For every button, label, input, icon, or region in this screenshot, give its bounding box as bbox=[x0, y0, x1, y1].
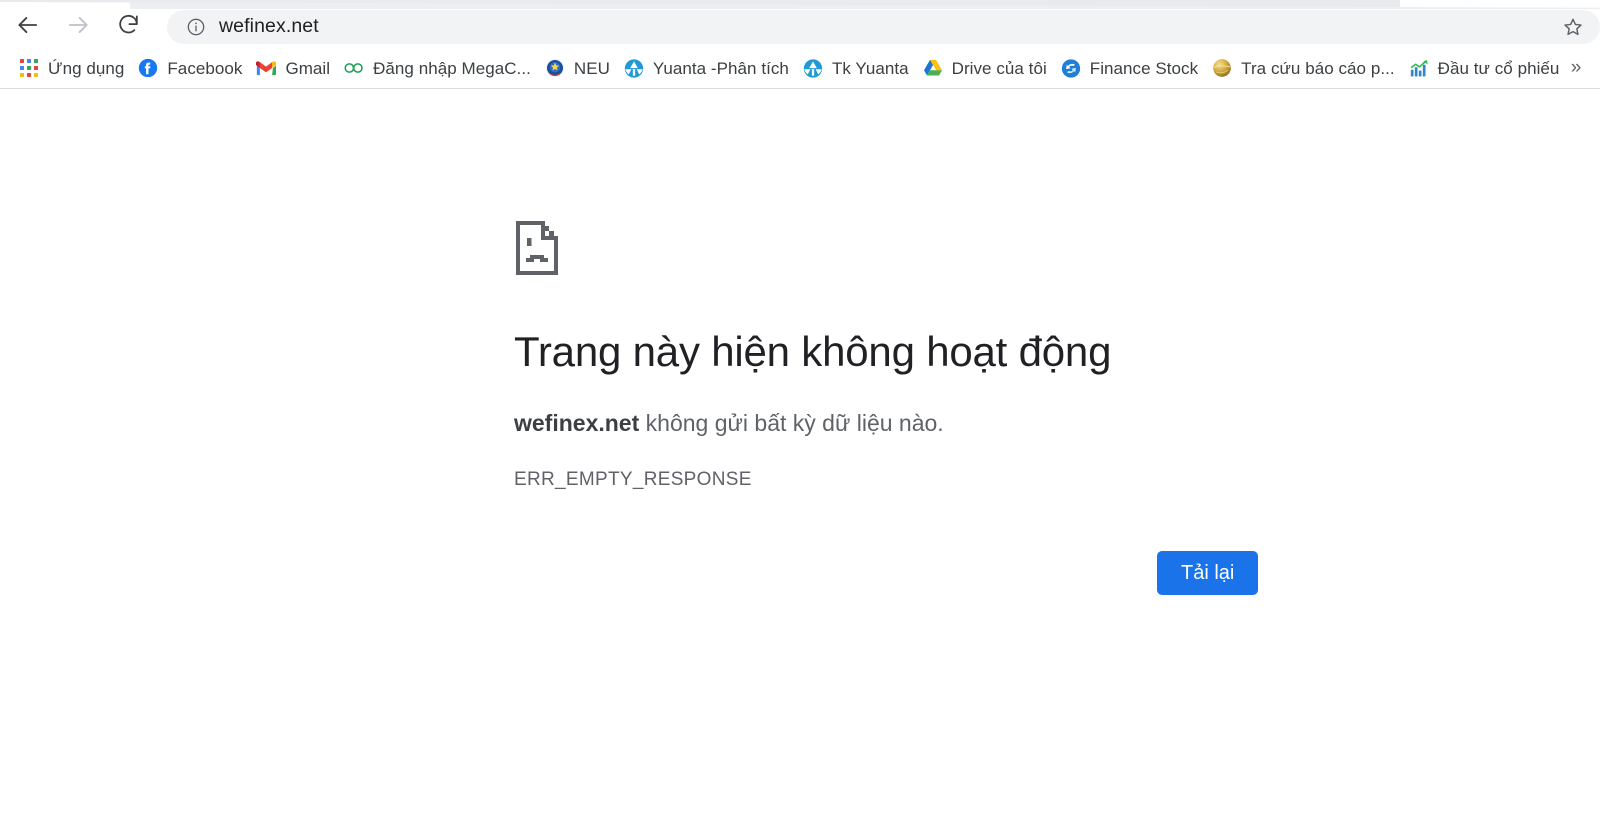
bookmark-item-drive[interactable]: Drive của tôi bbox=[916, 54, 1054, 82]
gold-sphere-icon bbox=[1212, 58, 1232, 78]
bookmark-item-dau-tu-co-phieu[interactable]: Đầu tư cổ phiếu bbox=[1402, 54, 1567, 82]
megac-icon bbox=[344, 58, 364, 78]
bookmark-label: NEU bbox=[573, 58, 610, 78]
error-code: ERR_EMPTY_RESPONSE bbox=[514, 468, 752, 490]
star-outline-icon[interactable] bbox=[1560, 14, 1586, 40]
arrow-left-icon bbox=[15, 12, 41, 43]
bookmark-item-tk-yuanta[interactable]: Tk Yuanta bbox=[796, 54, 916, 82]
bookmark-item-megac[interactable]: Đăng nhập MegaC... bbox=[337, 54, 538, 82]
bookmark-item-finance-stock[interactable]: Finance Stock bbox=[1054, 54, 1205, 82]
bookmark-label: Finance Stock bbox=[1089, 58, 1199, 78]
browser-toolbar: wefinex.net bbox=[0, 9, 1600, 45]
error-summary-host: wefinex.net bbox=[514, 409, 640, 436]
error-summary-rest: không gửi bất kỳ dữ liệu nào. bbox=[639, 409, 944, 436]
error-summary: wefinex.net không gửi bất kỳ dữ liệu nào… bbox=[514, 407, 1274, 440]
bookmark-item-yuanta-phantich[interactable]: Yuanta -Phân tích bbox=[617, 54, 796, 82]
bookmark-label: Drive của tôi bbox=[951, 58, 1047, 78]
bar-chart-icon bbox=[1409, 58, 1429, 78]
yuanta-icon bbox=[624, 58, 644, 78]
page-title: Trang này hiện không hoạt động bbox=[514, 328, 1112, 375]
finance-stock-icon bbox=[1061, 58, 1081, 78]
info-circle-icon[interactable] bbox=[186, 17, 206, 37]
bookmark-label: Đăng nhập MegaC... bbox=[373, 58, 531, 78]
neu-emblem-icon bbox=[545, 58, 565, 78]
bookmarks-bar: Ứng dụng Facebook Gmail Đăng nhập MegaC.… bbox=[0, 48, 1600, 88]
bookmark-label: Yuanta -Phân tích bbox=[652, 58, 789, 78]
bookmark-label: Đầu tư cổ phiếu bbox=[1437, 58, 1560, 78]
apps-grid-icon bbox=[19, 58, 39, 78]
bookmark-item-tra-cuu-bao-cao[interactable]: Tra cứu báo cáo p... bbox=[1205, 54, 1402, 82]
back-button[interactable] bbox=[10, 9, 46, 45]
bookmark-item-gmail[interactable]: Gmail bbox=[249, 54, 337, 82]
gmail-icon bbox=[256, 58, 277, 78]
error-content: Trang này hiện không hoạt động wefinex.n… bbox=[514, 219, 1274, 491]
reload-button-toolbar[interactable] bbox=[110, 9, 146, 45]
facebook-icon bbox=[138, 58, 158, 78]
address-bar[interactable]: wefinex.net bbox=[167, 10, 1600, 44]
bookmark-label: Ứng dụng bbox=[48, 58, 125, 78]
error-page: Trang này hiện không hoạt động wefinex.n… bbox=[0, 89, 1600, 833]
bookmark-item-neu[interactable]: NEU bbox=[538, 54, 617, 82]
google-drive-icon bbox=[923, 58, 943, 78]
address-bar-url: wefinex.net bbox=[219, 15, 319, 38]
reload-page-button[interactable]: Tải lại bbox=[1157, 551, 1259, 595]
bookmark-label: Tra cứu báo cáo p... bbox=[1241, 58, 1395, 78]
bookmarks-overflow-button[interactable]: » bbox=[1562, 54, 1590, 82]
bookmark-label: Facebook bbox=[167, 58, 243, 78]
forward-button[interactable] bbox=[60, 9, 96, 45]
sad-page-icon bbox=[514, 219, 1274, 282]
bookmark-label: Gmail bbox=[285, 58, 331, 78]
bookmark-item-apps[interactable]: Ứng dụng bbox=[12, 54, 131, 82]
bookmark-item-facebook[interactable]: Facebook bbox=[131, 54, 249, 82]
tab-strip-band-upper bbox=[0, 0, 1401, 9]
reload-icon bbox=[116, 12, 141, 42]
bookmark-label: Tk Yuanta bbox=[831, 58, 909, 78]
arrow-right-icon bbox=[65, 12, 91, 43]
yuanta-icon bbox=[803, 58, 823, 78]
